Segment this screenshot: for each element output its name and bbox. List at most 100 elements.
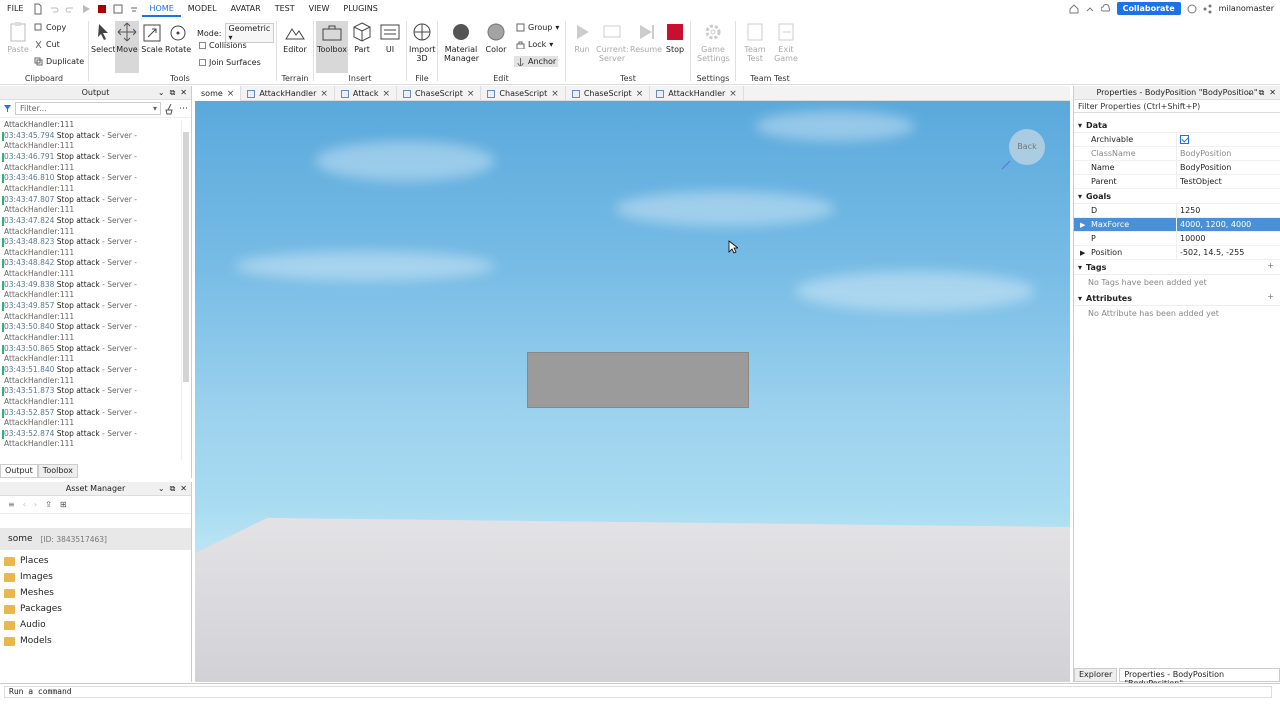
prop-value[interactable]: BodyPosition [1176, 161, 1280, 174]
expand-arrow-icon[interactable]: ▶ [1080, 246, 1085, 260]
collisions-toggle[interactable]: Collisions [199, 41, 247, 50]
cloud-icon[interactable] [1100, 3, 1111, 14]
play-icon[interactable] [80, 3, 92, 15]
prop-row-parent[interactable]: Parent TestObject [1074, 175, 1280, 189]
log-entry[interactable]: 03:43:50.840 Stop attack - Server - Attac… [0, 322, 180, 343]
expand-arrow-icon[interactable]: ▶ [1080, 218, 1085, 232]
section-goals[interactable]: ▾ Goals [1074, 189, 1280, 204]
tab-output[interactable]: Output [0, 464, 38, 478]
menu-home[interactable]: HOME [142, 0, 181, 17]
import-3d-button[interactable]: Import 3D [409, 21, 436, 63]
select-button[interactable]: Select [91, 21, 116, 61]
prop-value[interactable]: 1250 [1176, 204, 1280, 217]
scrollbar-thumb[interactable] [183, 132, 189, 382]
close-icon[interactable]: × [382, 87, 390, 101]
log-entry[interactable]: 03:43:52.874 Stop attack - Server - Attac… [0, 429, 180, 450]
log-entry[interactable]: 03:43:52.857 Stop attack - Server - Attac… [0, 408, 180, 429]
log-entry[interactable]: 03:43:47.824 Stop attack - Server - Attac… [0, 216, 180, 237]
prop-row-p[interactable]: P 10000 [1074, 232, 1280, 246]
close-icon[interactable]: ✕ [180, 86, 187, 100]
clear-output-broom-icon[interactable] [164, 103, 176, 115]
close-icon[interactable]: × [636, 87, 644, 101]
new-file-icon[interactable] [32, 3, 44, 15]
undock-icon[interactable]: ⧉ [1259, 86, 1265, 100]
more-options-icon[interactable]: ⋯ [179, 104, 188, 114]
duplicate-button[interactable]: Duplicate [34, 57, 84, 66]
copy-button[interactable]: Copy [34, 23, 66, 32]
asset-folder-packages[interactable]: Packages [0, 601, 191, 617]
menu-view[interactable]: VIEW [302, 0, 337, 17]
customize-icon[interactable] [128, 3, 140, 15]
chevron-down-icon[interactable]: ▾ [153, 103, 157, 114]
join-surfaces-checkbox[interactable] [199, 59, 206, 66]
cut-button[interactable]: Cut [34, 40, 60, 49]
menu-lines-icon[interactable]: ≡ [8, 500, 15, 509]
upload-icon[interactable]: ⇪ [45, 500, 52, 509]
mode-dropdown[interactable]: Geometric ▾ [224, 23, 275, 43]
stop-icon[interactable] [96, 3, 108, 15]
scale-button[interactable]: Scale [140, 21, 164, 54]
game-settings-button[interactable]: Game Settings [697, 21, 730, 63]
editor-tab[interactable]: ChaseScript × [481, 86, 566, 101]
part-button[interactable]: Part [350, 21, 374, 54]
resume-button[interactable]: Resume [630, 21, 662, 54]
menu-avatar[interactable]: AVATAR [224, 0, 268, 17]
log-entry[interactable]: 03:43:46.791 Stop attack - Server - Attac… [0, 152, 180, 173]
prop-value[interactable]: 10000 [1176, 232, 1280, 245]
asset-folder-places[interactable]: Places [0, 553, 191, 569]
undock-icon[interactable]: ⧉ [170, 86, 176, 100]
move-button[interactable]: Move [115, 21, 139, 73]
prop-row-d[interactable]: D 1250 [1074, 204, 1280, 218]
close-icon[interactable]: × [551, 87, 559, 101]
paste-button[interactable]: Paste [6, 21, 30, 54]
username-label[interactable]: milanomaster [1219, 4, 1274, 13]
section-attributes[interactable]: ▾ Attributes + [1074, 291, 1280, 306]
close-icon[interactable]: × [227, 87, 235, 101]
asset-place-row[interactable]: some [ID: 3843517463] [0, 528, 191, 550]
publish-icon[interactable] [112, 3, 124, 15]
menu-file[interactable]: FILE [0, 0, 30, 17]
asset-folder-meshes[interactable]: Meshes [0, 585, 191, 601]
close-icon[interactable]: × [467, 87, 475, 101]
prop-value[interactable]: TestObject [1176, 175, 1280, 188]
editor-tab[interactable]: ChaseScript × [566, 86, 651, 101]
log-entry[interactable]: 03:43:51.873 Stop attack - Server - Attac… [0, 386, 180, 407]
prop-value[interactable]: -502, 14.5, -255 [1176, 246, 1280, 259]
ui-button[interactable]: UI [378, 21, 402, 54]
editor-tab[interactable]: some × [195, 86, 242, 101]
log-entry[interactable]: 03:43:48.823 Stop attack - Server - Attac… [0, 237, 180, 258]
add-attribute-plus-icon[interactable]: + [1267, 292, 1274, 301]
grid-view-icon[interactable]: ⊞ [60, 500, 67, 509]
3d-viewport[interactable]: Back [195, 101, 1070, 682]
command-input[interactable]: Run a command [4, 686, 1272, 698]
share-icon[interactable] [1203, 4, 1213, 14]
tab-toolbox[interactable]: Toolbox [37, 464, 78, 478]
log-entry[interactable]: 03:43:47.807 Stop attack - Server - Attac… [0, 195, 180, 216]
tab-properties[interactable]: Properties - BodyPosition "BodyPosition" [1119, 668, 1280, 688]
exit-game-button[interactable]: Exit Game [772, 21, 800, 63]
rotate-button[interactable]: Rotate [165, 21, 191, 54]
editor-tab[interactable]: AttackHandler × [241, 86, 335, 101]
help-icon[interactable] [1187, 4, 1197, 14]
editor-tab[interactable]: Attack × [335, 86, 398, 101]
run-button[interactable]: Run [570, 21, 594, 54]
log-entry[interactable]: 03:43:49.857 Stop attack - Server - Attac… [0, 301, 180, 322]
tab-explorer[interactable]: Explorer [1074, 668, 1118, 682]
team-test-button[interactable]: Team Test [740, 21, 770, 63]
prop-row-maxforce[interactable]: ▶ MaxForce 4000, 1200, 4000 [1074, 218, 1280, 232]
terrain-editor-button[interactable]: Editor [281, 21, 309, 54]
forward-arrow-icon[interactable]: › [34, 500, 37, 509]
prop-value[interactable] [1176, 133, 1280, 146]
log-entry[interactable]: 03:43:45.794 Stop attack - Server - Attac… [0, 131, 180, 152]
group-button[interactable]: Group ▾ [516, 23, 559, 32]
chevron-down-icon[interactable]: ⌄ [158, 86, 165, 100]
lock-button[interactable]: Lock ▾ [516, 40, 553, 49]
prop-row-classname[interactable]: ClassName BodyPosition [1074, 147, 1280, 161]
collisions-checkbox[interactable] [199, 42, 206, 49]
chevron-down-icon[interactable]: ⌄ [1247, 86, 1254, 100]
current-server-button[interactable]: Current: Server [596, 21, 629, 63]
editor-tab[interactable]: AttackHandler × [650, 86, 744, 101]
undock-icon[interactable]: ⧉ [170, 482, 176, 496]
close-icon[interactable]: ✕ [180, 482, 187, 496]
menu-plugins[interactable]: PLUGINS [336, 0, 384, 17]
